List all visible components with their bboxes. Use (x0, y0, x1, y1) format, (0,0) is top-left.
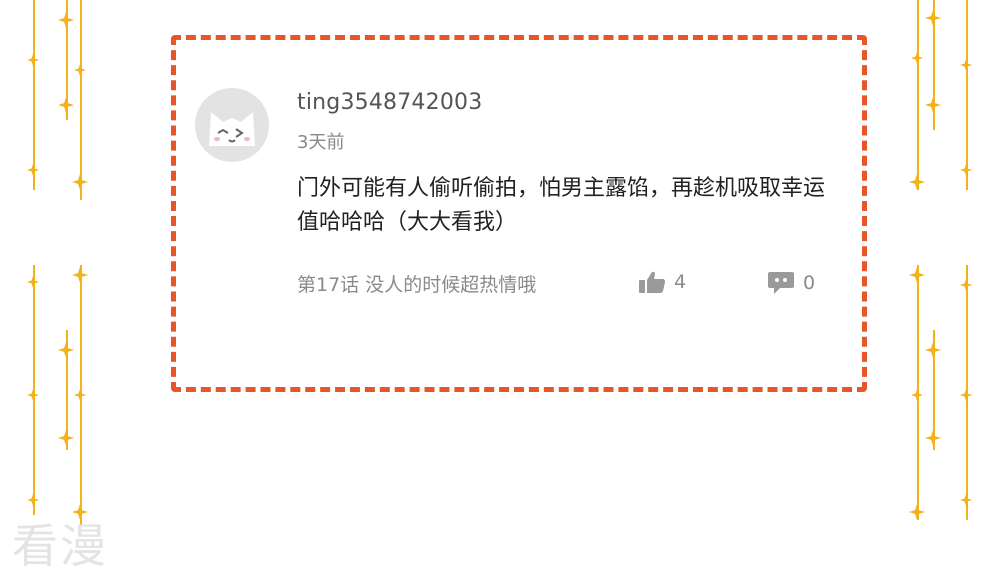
comment-username[interactable]: ting3548742003 (297, 90, 482, 115)
cat-avatar-icon (195, 88, 269, 162)
comment-bubble-icon (768, 272, 794, 294)
reply-count: 0 (803, 272, 816, 294)
like-button[interactable]: 4 (638, 270, 686, 294)
like-count: 4 (674, 271, 687, 293)
reply-button[interactable]: 0 (767, 270, 815, 296)
watermark: 看漫 (12, 519, 108, 573)
thumbs-up-icon (639, 271, 665, 293)
comment-chapter-link[interactable]: 第17话 没人的时候超热情哦 (297, 270, 536, 297)
comment-timestamp: 3天前 (297, 132, 345, 153)
comment-text: 门外可能有人偷听偷拍，怕男主露馅，再趁机吸取幸运值哈哈哈（大大看我） (297, 176, 826, 235)
user-avatar[interactable] (195, 88, 269, 162)
